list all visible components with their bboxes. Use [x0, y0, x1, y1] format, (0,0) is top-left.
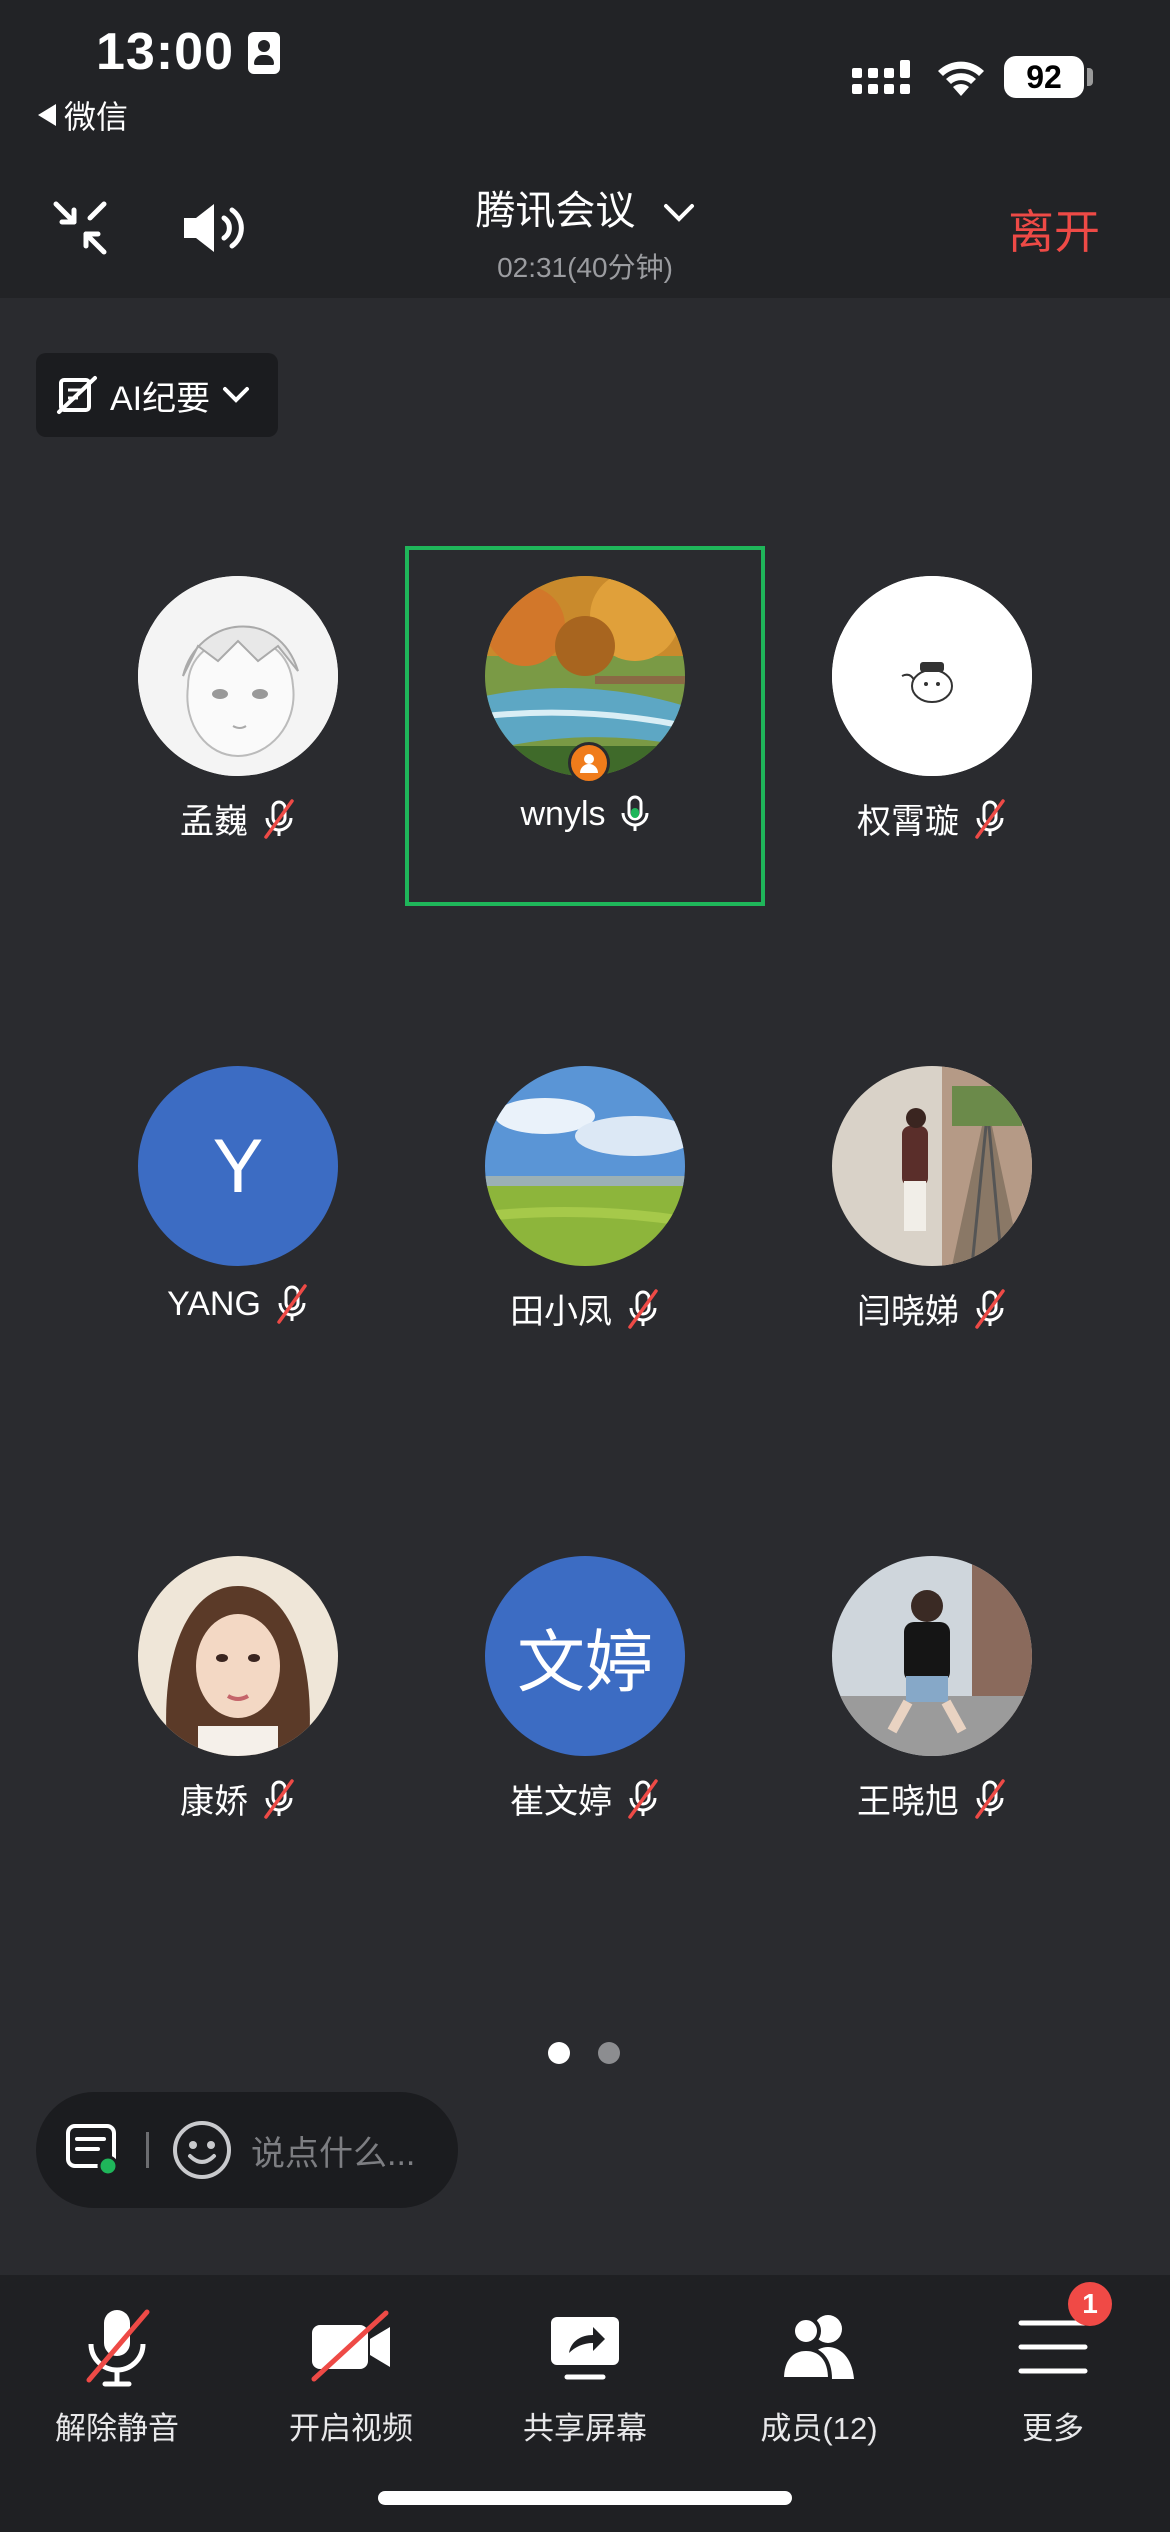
field-avatar-image [485, 1066, 685, 1266]
participant-tile[interactable]: 权霄璇 [752, 546, 1112, 906]
participant-name: 康娇 [180, 1783, 248, 1821]
avatar: 文婷 [485, 1556, 685, 1756]
avatar [138, 1556, 338, 1756]
back-to-wechat[interactable]: 微信 [38, 92, 128, 138]
divider [146, 2132, 149, 2168]
mic-muted-icon [975, 1778, 1005, 1819]
participant-name-row: YANG [58, 1284, 418, 1324]
cartoon-avatar-image [832, 576, 1032, 776]
chat-panel-icon[interactable] [64, 2120, 124, 2180]
mic-muted-icon [628, 1288, 658, 1329]
avatar [485, 1066, 685, 1266]
host-icon [568, 742, 610, 784]
back-triangle-icon [38, 104, 56, 126]
participant-tile[interactable]: 康娇 [58, 1526, 418, 1886]
avatar: Y [138, 1066, 338, 1266]
meeting-duration: 02:31(40分钟) [497, 252, 673, 283]
participant-name-row: 王晓旭 [752, 1774, 1112, 1823]
street-avatar-image [832, 1556, 1032, 1756]
chat-input-bar[interactable]: 说点什么... [36, 2092, 458, 2208]
participant-name-row: 崔文婷 [405, 1774, 765, 1823]
mic-muted-icon [628, 1778, 658, 1819]
more-label: 更多 [1022, 2411, 1084, 2446]
mic-muted-icon [277, 1284, 307, 1324]
status-time: 13:00 [96, 23, 234, 81]
meeting-title-text: 腾讯会议 [475, 189, 636, 233]
mic-muted-icon [975, 798, 1005, 839]
avatar [832, 1556, 1032, 1756]
participant-name: 王晓旭 [857, 1783, 959, 1821]
share-screen-label: 共享屏幕 [523, 2411, 647, 2446]
home-indicator[interactable] [378, 2491, 792, 2505]
battery-nub [1087, 68, 1093, 86]
participant-name-row: 权霄璇 [752, 794, 1112, 843]
battery-level: 92 [1004, 56, 1084, 98]
chevron-down-icon [663, 204, 694, 223]
participant-name-row: 孟巍 [58, 794, 418, 843]
participant-tile-active[interactable]: wnyls [405, 546, 765, 906]
participant-name: 田小凤 [510, 1293, 612, 1331]
participant-name: 孟巍 [180, 803, 248, 841]
participant-tile[interactable]: 闫晓娣 [752, 1036, 1112, 1396]
participant-tile[interactable]: 文婷 崔文婷 [405, 1526, 765, 1886]
notification-badge: 1 [1068, 2282, 1112, 2326]
more-button[interactable]: 更多 [936, 2297, 1170, 2448]
participant-tile[interactable]: 田小凤 [405, 1036, 765, 1396]
share-screen-icon [551, 2317, 619, 2380]
mic-off-icon [86, 2309, 150, 2387]
railway-avatar-image [832, 1066, 1032, 1266]
cellular-signal-icon [852, 60, 910, 94]
leave-button[interactable]: 离开 [1008, 196, 1100, 262]
portrait-avatar-image [138, 1556, 338, 1756]
participant-name: 权霄璇 [857, 803, 959, 841]
participant-name-row: 田小凤 [405, 1284, 765, 1333]
start-video-button[interactable]: 开启视频 [234, 2297, 468, 2448]
emoji-icon[interactable] [171, 2119, 233, 2181]
participant-name-row: 康娇 [58, 1774, 418, 1823]
ai-summary-label: AI纪要 [110, 379, 211, 418]
chat-placeholder[interactable]: 说点什么... [251, 2126, 415, 2175]
participant-name: wnyls [520, 794, 606, 833]
chevron-down-icon [223, 387, 250, 403]
participant-name-row: 闫晓娣 [752, 1284, 1112, 1333]
participant-tile[interactable]: 孟巍 [58, 546, 418, 906]
participant-tile[interactable]: Y YANG [58, 1036, 418, 1396]
mic-speaking-icon [621, 795, 649, 831]
avatar [138, 576, 338, 776]
share-screen-button[interactable]: 共享屏幕 [468, 2297, 702, 2448]
participant-name: 闫晓娣 [857, 1293, 959, 1331]
top-bar: 13:00 微信 92 腾讯会议 02:31(40分钟) 离开 [0, 0, 1170, 298]
contact-card-icon [248, 32, 280, 74]
mic-muted-icon [264, 1778, 294, 1819]
wifi-icon [938, 61, 984, 96]
unmute-button[interactable]: 解除静音 [0, 2297, 234, 2448]
mic-muted-icon [975, 1288, 1005, 1329]
page-indicator[interactable] [548, 2042, 620, 2064]
unmute-label: 解除静音 [55, 2411, 179, 2446]
avatar [832, 576, 1032, 776]
members-button[interactable]: 成员(12) [702, 2297, 936, 2448]
participant-name: YANG [167, 1284, 261, 1323]
members-icon [779, 2315, 854, 2381]
page-dot[interactable] [598, 2042, 620, 2064]
ai-notes-off-icon [57, 376, 97, 414]
meeting-title[interactable]: 腾讯会议 [0, 178, 1170, 236]
participant-name-row: wnyls [405, 794, 765, 834]
page-dot-current[interactable] [548, 2042, 570, 2064]
participant-name: 崔文婷 [510, 1783, 612, 1821]
members-label: 成员(12) [760, 2411, 878, 2446]
sketch-avatar-image [138, 576, 338, 776]
camera-off-icon [311, 2310, 390, 2382]
start-video-label: 开启视频 [289, 2411, 413, 2446]
participant-tile[interactable]: 王晓旭 [752, 1526, 1112, 1886]
mic-muted-icon [264, 798, 294, 839]
avatar [832, 1066, 1032, 1266]
ai-summary-button[interactable]: AI纪要 [36, 353, 278, 437]
back-app-label: 微信 [64, 99, 129, 135]
